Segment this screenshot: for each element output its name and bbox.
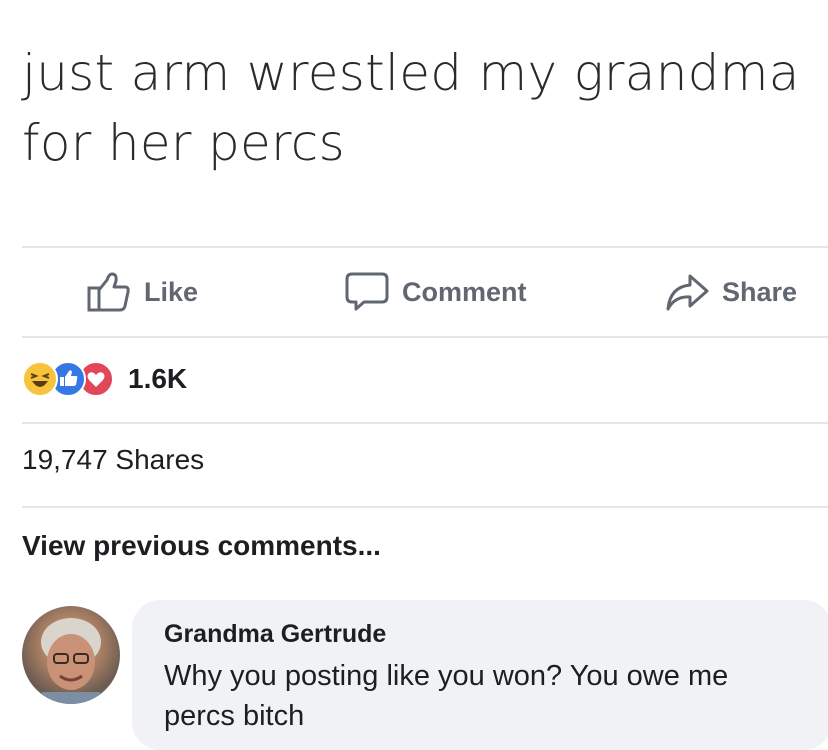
avatar[interactable]	[22, 606, 120, 704]
post-text: just arm wrestled my grandma for her per…	[22, 38, 822, 178]
like-label: Like	[144, 276, 199, 307]
divider	[22, 246, 828, 248]
post-text-line-2: for her percs	[22, 114, 345, 172]
haha-icon	[22, 361, 58, 397]
comment-button[interactable]: Comment	[344, 270, 527, 314]
comment-label: Comment	[402, 276, 527, 307]
comment: Grandma Gertrude Why you posting like yo…	[22, 600, 828, 750]
reaction-count: 1.6K	[128, 363, 188, 394]
action-bar: Like Comment Share	[0, 258, 828, 328]
divider	[22, 336, 828, 338]
comment-bubble: Grandma Gertrude Why you posting like yo…	[132, 600, 828, 750]
comment-author[interactable]: Grandma Gertrude	[164, 620, 386, 649]
reaction-summary[interactable]: 1.6K	[22, 356, 187, 402]
comment-bubble-icon	[344, 270, 390, 314]
comment-text: Why you posting like you won? You owe me…	[164, 660, 729, 732]
divider	[22, 506, 828, 508]
share-button[interactable]: Share	[664, 270, 797, 314]
share-label: Share	[722, 276, 798, 307]
view-previous-comments-link[interactable]: View previous comments...	[22, 530, 381, 562]
thumbs-up-icon	[86, 270, 132, 314]
share-count[interactable]: 19,747 Shares	[22, 444, 204, 476]
like-button[interactable]: Like	[86, 270, 198, 314]
share-arrow-icon	[664, 270, 710, 314]
divider	[22, 422, 828, 424]
post-text-line-1: just arm wrestled my grandma	[22, 44, 800, 102]
